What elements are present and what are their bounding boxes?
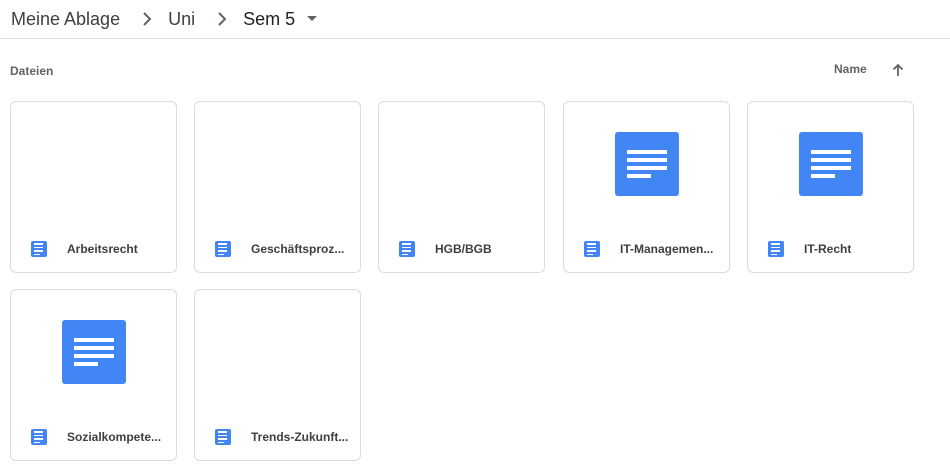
arrow-upward-icon[interactable] <box>888 60 908 80</box>
file-card[interactable]: Trends-Zukunft... <box>194 289 361 461</box>
google-docs-large-icon <box>61 320 126 384</box>
google-docs-large-icon <box>798 132 863 196</box>
chevron-right-icon <box>135 7 159 31</box>
files-section-header: Dateien Name <box>0 56 950 86</box>
file-thumbnail <box>195 290 360 414</box>
breadcrumb-item-sem-5[interactable]: Sem 5 <box>243 7 299 32</box>
file-footer: Sozialkompete... <box>11 420 176 454</box>
section-title: Dateien <box>10 64 54 78</box>
file-card[interactable]: Arbeitsrecht <box>10 101 177 273</box>
file-card[interactable]: IT-Managemen... <box>563 101 730 273</box>
file-card[interactable]: Geschäftsproz... <box>194 101 361 273</box>
google-docs-icon <box>768 241 784 257</box>
file-footer: Trends-Zukunft... <box>195 420 360 454</box>
file-footer: IT-Recht <box>748 232 913 266</box>
file-footer: Geschäftsproz... <box>195 232 360 266</box>
google-docs-icon <box>584 241 600 257</box>
file-card[interactable]: Sozialkompete... <box>10 289 177 461</box>
file-thumbnail <box>748 102 913 226</box>
file-name: Trends-Zukunft... <box>251 430 349 444</box>
file-name: Arbeitsrecht <box>67 242 138 256</box>
google-docs-icon <box>31 429 47 445</box>
arrow-drop-down-icon[interactable] <box>303 10 321 28</box>
file-name: IT-Recht <box>804 242 852 256</box>
google-docs-icon <box>215 429 231 445</box>
file-footer: HGB/BGB <box>379 232 544 266</box>
breadcrumb: Meine Ablage Uni Sem 5 <box>0 0 950 39</box>
file-card[interactable]: IT-Recht <box>747 101 914 273</box>
file-name: HGB/BGB <box>435 242 492 256</box>
file-thumbnail <box>195 102 360 226</box>
breadcrumb-item-meine-ablage[interactable]: Meine Ablage <box>11 7 124 32</box>
file-name: Sozialkompete... <box>67 430 162 444</box>
chevron-right-icon <box>210 7 234 31</box>
sort-by-name-button[interactable]: Name <box>834 62 867 76</box>
file-footer: Arbeitsrecht <box>11 232 176 266</box>
file-thumbnail <box>564 102 729 226</box>
file-thumbnail <box>11 102 176 226</box>
google-docs-icon <box>31 241 47 257</box>
google-docs-icon <box>399 241 415 257</box>
google-docs-icon <box>215 241 231 257</box>
file-thumbnail <box>11 290 176 414</box>
breadcrumb-item-uni[interactable]: Uni <box>168 7 199 32</box>
file-grid: Arbeitsrecht Geschäftsproz... HGB/BGB IT… <box>10 101 940 463</box>
google-docs-large-icon <box>614 132 679 196</box>
file-thumbnail <box>379 102 544 226</box>
file-name: Geschäftsproz... <box>251 242 345 256</box>
file-footer: IT-Managemen... <box>564 232 729 266</box>
file-card[interactable]: HGB/BGB <box>378 101 545 273</box>
file-name: IT-Managemen... <box>620 242 714 256</box>
